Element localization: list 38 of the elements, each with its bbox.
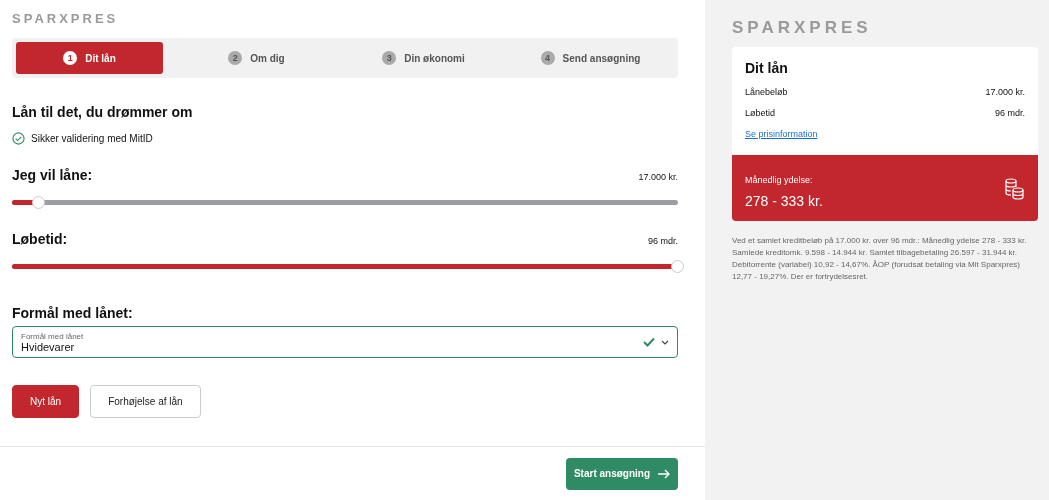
step-number: 3 [382, 51, 397, 65]
monthly-value: 278 - 333 kr. [745, 193, 823, 209]
logo: SPARXPRES [12, 11, 119, 26]
heading: Lån til det, du drømmer om [12, 104, 194, 120]
loan-type-button[interactable]: Nyt lån [12, 385, 80, 418]
slider-handle[interactable] [671, 260, 684, 273]
step-number: 2 [228, 51, 243, 65]
monthly-label: Månedlig ydelse: [745, 175, 813, 185]
step-tab[interactable]: 3 Din økonomi [340, 42, 507, 74]
check-circle-icon [12, 132, 25, 145]
summary-value: 96 mdr. [995, 108, 1025, 118]
slider-reading: 96 mdr. [648, 236, 678, 246]
summary-label: Lånebeløb [745, 87, 788, 97]
coins-icon [1003, 178, 1025, 200]
validation-text: Sikker validering med MitID [31, 133, 153, 144]
step-tab[interactable]: 1 Dit lån [16, 42, 163, 74]
step-tab[interactable]: 2 Om dig [173, 42, 340, 74]
summary-value: 17.000 kr. [985, 87, 1025, 97]
price-info-link[interactable]: Se prisinformation [745, 129, 818, 139]
slider-label: Løbetid: [12, 231, 68, 247]
arrow-right-icon [657, 468, 671, 479]
slider-reading: 17.000 kr. [638, 172, 678, 182]
slider-handle[interactable] [31, 196, 45, 209]
field-value: Hvidevarer [21, 340, 76, 353]
step-number: 1 [63, 51, 78, 65]
step-tab[interactable]: 4 Send ansøgning [507, 42, 674, 74]
logo: SPARXPRES [732, 18, 872, 38]
field-label: Formål med lånet [21, 331, 85, 341]
disclaimer-text: Ved et samlet kreditbeløb på 17.000 kr. over 96 mdr.: Månedlig ydelse 278 - 333 kr. Samlede kreditomk. 9.598 - 14.944 kr. Samlet tilbagebetaling 26.597 - 31.944 kr. Debitorrente (variabel) 10,92 - 14,67%. ÅOP (forudsat betaling via Mit Sparxpres) 12,77 - 19,27%. Der er fortrydelsesret. [732, 235, 1028, 283]
summary-label: Løbetid [745, 108, 776, 118]
loan-type-button[interactable]: Forhøjelse af lån [90, 385, 201, 418]
step-number: 4 [540, 51, 555, 65]
card-title: Dit lån [745, 60, 789, 76]
section-label: Formål med lånet: [12, 305, 134, 321]
chevron-down-icon [661, 339, 669, 345]
purpose-select[interactable]: Formål med lånet Hvidevarer [12, 326, 678, 358]
start-application-button[interactable]: Start ansøgning [566, 457, 678, 490]
slider-label: Jeg vil låne: [12, 167, 93, 183]
